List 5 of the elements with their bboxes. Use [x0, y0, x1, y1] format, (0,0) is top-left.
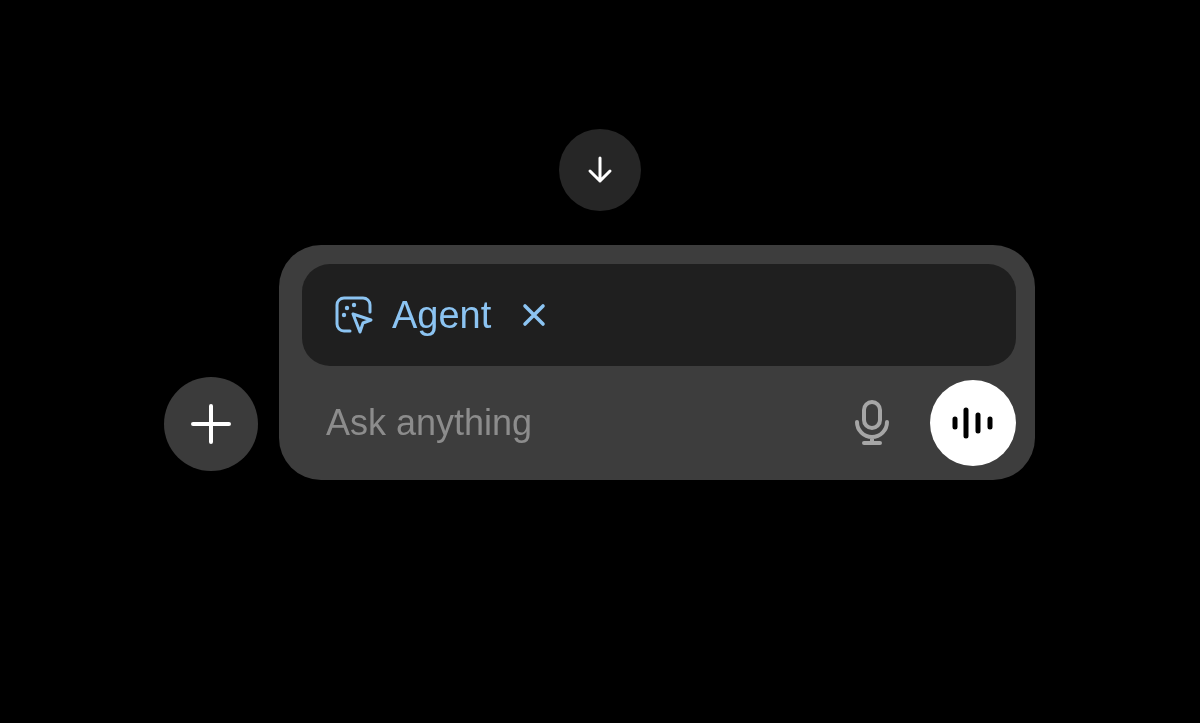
agent-label: Agent: [392, 293, 492, 337]
plus-icon: [189, 402, 233, 446]
sound-wave-icon: [950, 406, 996, 440]
prompt-field[interactable]: Ask anything: [302, 399, 850, 447]
cursor-sparkle-icon: [334, 295, 374, 335]
